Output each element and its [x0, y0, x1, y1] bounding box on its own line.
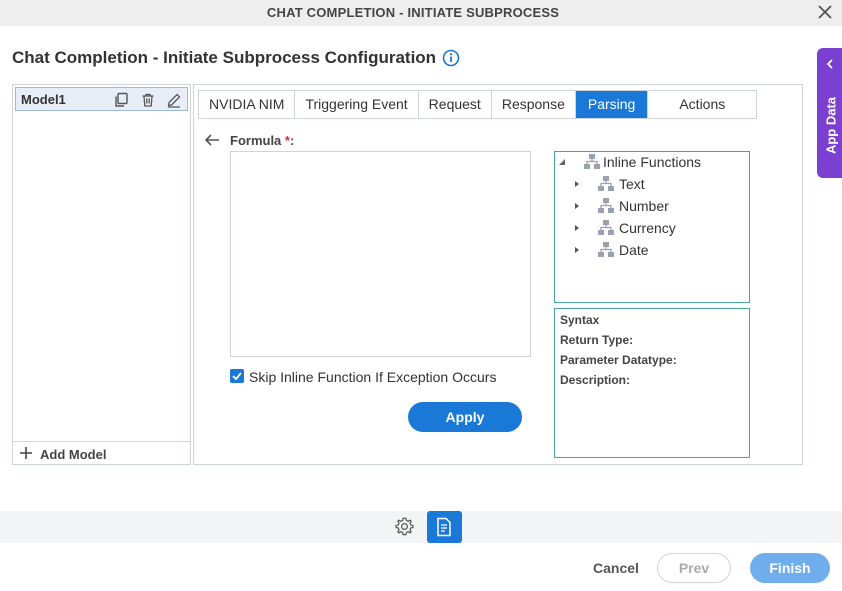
tree-root-label: Inline Functions [603, 154, 702, 170]
hierarchy-icon [598, 220, 614, 235]
tab-parsing[interactable]: Parsing [575, 91, 649, 118]
hierarchy-icon [598, 176, 614, 191]
tree-node-label: Currency [619, 220, 676, 236]
gear-icon[interactable] [394, 516, 415, 537]
skip-exception-label: Skip Inline Function If Exception Occurs [249, 369, 497, 385]
copy-icon[interactable] [113, 92, 129, 108]
model-name: Model1 [21, 92, 66, 107]
tree-node-date[interactable]: Date [555, 240, 749, 260]
hierarchy-icon [598, 198, 614, 213]
app-data-panel-toggle[interactable]: App Data [817, 48, 842, 178]
tree-node-text[interactable]: Text [555, 174, 749, 194]
cancel-button[interactable]: Cancel [593, 560, 639, 576]
formula-input[interactable] [230, 151, 531, 357]
add-model-button[interactable]: Add Model [13, 441, 190, 465]
model-list-item[interactable]: Model1 [15, 87, 188, 111]
close-icon[interactable] [816, 3, 834, 21]
add-model-label: Add Model [40, 447, 107, 462]
skip-exception-checkbox[interactable] [230, 369, 244, 383]
model-list-panel: Model1 Add Model [12, 84, 191, 465]
tree-node-currency[interactable]: Currency [555, 218, 749, 238]
tab-nvidia-nim[interactable]: NVIDIA NIM [199, 91, 296, 118]
tab-request[interactable]: Request [418, 91, 492, 118]
trash-icon[interactable] [140, 92, 156, 108]
caret-down-icon [559, 159, 565, 165]
page-title: Chat Completion - Initiate Subprocess Co… [12, 48, 437, 67]
caret-right-icon [575, 225, 579, 231]
return-type-label: Return Type: [560, 333, 634, 347]
tree-node-root[interactable]: Inline Functions [555, 152, 749, 172]
tree-node-label: Text [619, 176, 645, 192]
plus-icon [20, 447, 32, 459]
app-data-label: App Data [823, 96, 839, 155]
chevron-left-icon [826, 59, 833, 69]
tab-triggering-event[interactable]: Triggering Event [295, 91, 419, 118]
inline-functions-tree: Inline Functions Text Number Currency Da… [554, 151, 750, 303]
back-arrow-icon[interactable] [204, 133, 220, 147]
window-title: CHAT COMPLETION - INITIATE SUBPROCESS [266, 5, 560, 20]
caret-right-icon [575, 181, 579, 187]
hierarchy-icon [598, 242, 614, 257]
checkmark-icon [232, 372, 242, 381]
caret-right-icon [575, 203, 579, 209]
description-label: Description: [560, 373, 631, 387]
info-icon[interactable] [442, 49, 460, 67]
finish-button[interactable]: Finish [750, 553, 830, 583]
parameter-datatype-label: Parameter Datatype: [560, 353, 677, 367]
tree-node-number[interactable]: Number [555, 196, 749, 216]
tab-bar: NVIDIA NIM Triggering Event Request Resp… [198, 90, 758, 119]
hierarchy-icon [584, 154, 600, 169]
syntax-label: Syntax [560, 313, 600, 327]
window-titlebar: CHAT COMPLETION - INITIATE SUBPROCESS [0, 0, 842, 26]
tree-node-label: Number [619, 198, 669, 214]
tab-response[interactable]: Response [491, 91, 576, 118]
bottom-toolbar [0, 511, 842, 543]
edit-icon[interactable] [166, 92, 182, 108]
apply-button[interactable]: Apply [408, 402, 522, 432]
document-mapping-button[interactable] [427, 511, 462, 543]
caret-right-icon [575, 247, 579, 253]
prev-button[interactable]: Prev [657, 553, 731, 583]
tab-actions[interactable]: Actions [648, 91, 757, 118]
tree-node-label: Date [619, 242, 649, 258]
formula-label: Formula *: [230, 133, 295, 148]
syntax-panel: Syntax Return Type: Parameter Datatype: … [554, 308, 750, 458]
document-icon [437, 517, 451, 537]
